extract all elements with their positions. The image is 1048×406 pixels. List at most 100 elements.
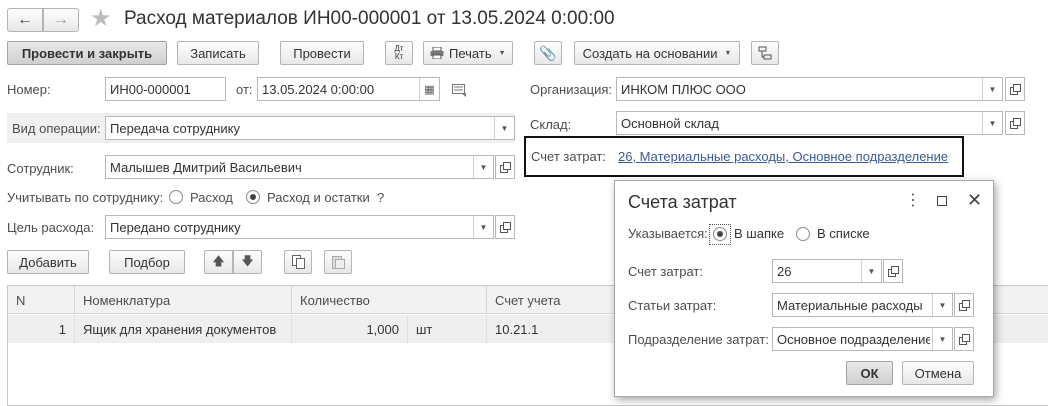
attach-button[interactable]: 📎: [534, 41, 562, 65]
more-icon[interactable]: ⋮: [905, 193, 921, 209]
chevron-down-icon[interactable]: ▼: [982, 78, 1002, 100]
ok-button[interactable]: ОК: [846, 361, 893, 385]
save-button[interactable]: Записать: [177, 41, 259, 65]
chevron-down-icon[interactable]: ▼: [473, 216, 493, 238]
add-row-button[interactable]: Добавить: [7, 250, 89, 274]
track-expense-label[interactable]: Расход: [190, 190, 233, 205]
paste-icon: [331, 256, 345, 269]
track-expense-radio[interactable]: [169, 190, 183, 204]
operation-type-label: Вид операции:: [12, 121, 101, 136]
cell-account: 10.21.1: [495, 321, 539, 337]
page-title: Расход материалов ИН00-000001 от 13.05.2…: [124, 8, 615, 29]
open-icon: [499, 161, 511, 173]
employee-label: Сотрудник:: [7, 161, 74, 176]
arrow-left-icon: ←: [17, 11, 33, 28]
cell-n: 1: [8, 315, 75, 343]
account-field[interactable]: 26 ▼: [772, 259, 882, 283]
cell-item: Ящик для хранения документов: [75, 315, 292, 343]
account-value: 26: [777, 263, 792, 279]
close-icon[interactable]: ✕: [967, 191, 982, 209]
calendar-icon[interactable]: ▦: [419, 78, 439, 100]
track-by-employee-label: Учитывать по сотруднику:: [7, 190, 164, 205]
cell-quantity: 1,000: [292, 315, 408, 343]
cost-items-label: Статьи затрат:: [628, 298, 717, 313]
create-based-on-button[interactable]: Создать на основании ▼: [574, 41, 740, 65]
division-value: Основное подразделение: [777, 331, 930, 347]
arrow-right-icon: →: [53, 11, 69, 28]
printer-icon: [430, 47, 444, 59]
column-n[interactable]: N: [8, 286, 75, 314]
structure-button[interactable]: [751, 41, 779, 65]
in-list-label[interactable]: В списке: [817, 226, 870, 241]
warehouse-open-button[interactable]: [1005, 111, 1025, 135]
track-expense-balance-label[interactable]: Расход и остатки: [267, 190, 370, 205]
cost-accounts-dialog: Счета затрат ⋮ ✕ Указывается: В шапке В …: [614, 180, 994, 397]
move-down-button[interactable]: 🡇: [233, 250, 262, 274]
cost-items-open-button[interactable]: [954, 293, 974, 317]
move-up-button[interactable]: 🡅: [204, 250, 233, 274]
warehouse-label: Склад:: [530, 117, 572, 132]
arrow-down-icon: 🡇: [241, 253, 254, 268]
in-list-radio[interactable]: [796, 227, 810, 241]
organization-open-button[interactable]: [1005, 77, 1025, 101]
date-value: 13.05.2024 0:00:00: [262, 81, 375, 97]
employee-open-button[interactable]: [495, 155, 515, 179]
kt-label: Кт: [394, 52, 404, 61]
open-icon: [1009, 117, 1021, 129]
division-field[interactable]: Основное подразделение ▼: [772, 327, 953, 351]
account-open-button[interactable]: [883, 259, 903, 283]
cancel-button[interactable]: Отмена: [902, 361, 974, 385]
chevron-down-icon[interactable]: ▼: [861, 260, 881, 282]
forward-button[interactable]: →: [43, 8, 79, 32]
chevron-down-icon: ▼: [724, 49, 732, 57]
dt-kt-button[interactable]: Дт Кт: [385, 41, 413, 65]
organization-field[interactable]: ИНКОМ ПЛЮС ООО ▼: [616, 77, 1003, 101]
in-header-label[interactable]: В шапке: [734, 226, 784, 241]
post-button[interactable]: Провести: [280, 41, 364, 65]
cell-unit: шт: [408, 315, 487, 343]
number-field[interactable]: ИН00-000001: [105, 77, 226, 101]
track-expense-balance-radio[interactable]: [246, 190, 260, 204]
post-and-close-button[interactable]: Провести и закрыть: [7, 41, 167, 65]
help-icon[interactable]: ?: [377, 190, 384, 205]
open-icon: [499, 221, 511, 233]
operation-type-value: Передача сотруднику: [110, 120, 240, 136]
chevron-down-icon[interactable]: ▼: [932, 328, 952, 350]
print-label: Печать: [449, 45, 492, 61]
purpose-field[interactable]: Передано сотруднику ▼: [105, 215, 494, 239]
column-quantity[interactable]: Количество: [292, 286, 487, 314]
purpose-open-button[interactable]: [495, 215, 515, 239]
division-label: Подразделение затрат:: [628, 332, 769, 347]
open-icon: [958, 299, 970, 311]
selection-button[interactable]: Подбор: [109, 250, 185, 274]
open-icon: [887, 265, 899, 277]
chevron-down-icon[interactable]: ▼: [982, 112, 1002, 134]
chevron-down-icon[interactable]: ▼: [494, 117, 514, 139]
comment-icon[interactable]: [452, 84, 468, 101]
arrow-up-icon: 🡅: [212, 253, 225, 268]
date-from-label: от:: [236, 82, 253, 97]
print-button[interactable]: Печать ▼: [423, 41, 513, 65]
operation-type-field[interactable]: Передача сотруднику ▼: [105, 116, 515, 140]
employee-field[interactable]: Малышев Дмитрий Васильевич ▼: [105, 155, 494, 179]
warehouse-field[interactable]: Основной склад ▼: [616, 111, 1003, 135]
number-label: Номер:: [7, 82, 51, 97]
in-header-radio[interactable]: [713, 227, 727, 241]
copy-button[interactable]: [284, 250, 312, 274]
maximize-icon[interactable]: [937, 196, 947, 206]
column-item[interactable]: Номенклатура: [75, 286, 292, 314]
date-field[interactable]: 13.05.2024 0:00:00 ▦: [257, 77, 440, 101]
favorite-star-icon[interactable]: ★: [90, 4, 112, 34]
cost-items-field[interactable]: Материальные расходы ▼: [772, 293, 953, 317]
create-based-on-label: Создать на основании: [582, 45, 718, 61]
division-open-button[interactable]: [954, 327, 974, 351]
cost-account-link[interactable]: 26, Материальные расходы, Основное подра…: [618, 149, 948, 164]
open-icon: [958, 333, 970, 345]
chevron-down-icon: ▼: [498, 49, 506, 57]
paste-button[interactable]: [324, 250, 352, 274]
chevron-down-icon[interactable]: ▼: [932, 294, 952, 316]
chevron-down-icon[interactable]: ▼: [473, 156, 493, 178]
back-button[interactable]: ←: [7, 8, 43, 32]
warehouse-value: Основной склад: [621, 115, 719, 131]
specified-label: Указывается:: [628, 226, 708, 241]
